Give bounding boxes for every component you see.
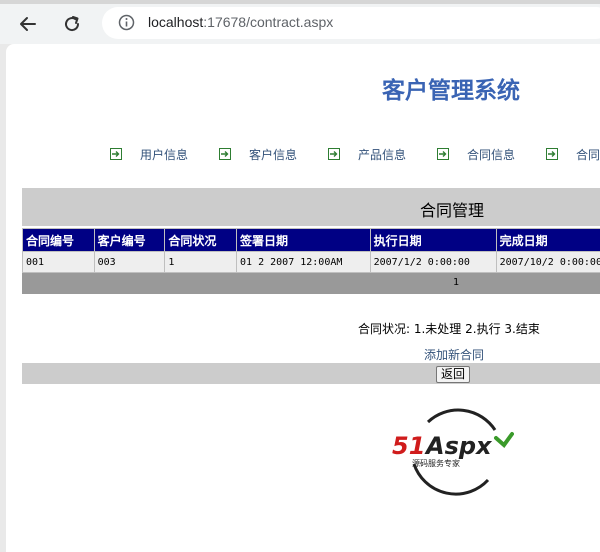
address-bar[interactable]: localhost:17678/contract.aspx bbox=[102, 7, 600, 39]
enter-arrow-icon bbox=[219, 148, 231, 160]
menu-item-contracts[interactable]: 合同信息 bbox=[437, 144, 515, 164]
col-exec-date[interactable]: 执行日期 bbox=[369, 228, 497, 252]
pager-current-page: 1 bbox=[453, 277, 460, 288]
col-contract-status[interactable]: 合同状况 bbox=[164, 228, 238, 252]
add-contract-link[interactable]: 添加新合同 bbox=[424, 346, 484, 363]
tab-strip-edge bbox=[0, 0, 600, 4]
menu-link-users[interactable]: 用户信息 bbox=[140, 146, 188, 163]
menu-item-customers[interactable]: 客户信息 bbox=[219, 144, 297, 164]
menu-link-products[interactable]: 产品信息 bbox=[358, 146, 406, 163]
enter-arrow-icon bbox=[546, 148, 558, 160]
back-button[interactable]: 返回 bbox=[436, 366, 471, 383]
table-header-row: 合同编号 客户编号 合同状况 签署日期 执行日期 完成日期 bbox=[22, 228, 600, 252]
enter-arrow-icon bbox=[110, 148, 122, 160]
col-customer-no[interactable]: 客户编号 bbox=[93, 228, 166, 252]
menu-link-contract-more[interactable]: 合同 bbox=[576, 146, 600, 163]
cell-sign-date: 01 2 2007 12:00AM bbox=[236, 251, 371, 273]
cell-finish-date: 2007/10/2 0:00:00 bbox=[495, 251, 600, 273]
51aspx-logo: 51 Aspx 源码服务专家 bbox=[384, 400, 514, 496]
contract-table: 合同编号 客户编号 合同状况 签署日期 执行日期 完成日期 001 003 1 … bbox=[22, 228, 600, 273]
menu-item-contract-more[interactable]: 合同 bbox=[546, 144, 600, 164]
url-path: :17678/contract.aspx bbox=[203, 14, 334, 30]
status-legend: 合同状况: 1.未处理 2.执行 3.结束 bbox=[358, 322, 540, 336]
cell-contract-no: 001 bbox=[22, 251, 95, 273]
page-title: 客户管理系统 bbox=[382, 78, 520, 104]
col-finish-date[interactable]: 完成日期 bbox=[495, 228, 600, 252]
pager-bar: 1 bbox=[22, 273, 600, 294]
menu-item-users[interactable]: 用户信息 bbox=[110, 144, 188, 164]
browser-toolbar: localhost:17678/contract.aspx bbox=[0, 0, 600, 44]
cell-contract-status: 1 bbox=[164, 251, 238, 273]
section-title: 合同管理 bbox=[420, 201, 485, 220]
page-content: 客户管理系统 用户信息 客户信息 产品信息 合同信息 合同 合同管理 合同编号 … bbox=[6, 44, 600, 552]
col-contract-no[interactable]: 合同编号 bbox=[22, 228, 95, 252]
cell-customer-no: 003 bbox=[93, 251, 166, 273]
menu-link-customers[interactable]: 客户信息 bbox=[249, 146, 297, 163]
svg-text:源码服务专家: 源码服务专家 bbox=[412, 458, 460, 468]
back-arrow-icon[interactable] bbox=[14, 10, 42, 38]
svg-text:51: 51 bbox=[392, 432, 425, 460]
url-text: localhost:17678/contract.aspx bbox=[148, 14, 333, 30]
col-sign-date[interactable]: 签署日期 bbox=[236, 228, 371, 252]
table-row[interactable]: 001 003 1 01 2 2007 12:00AM 2007/1/2 0:0… bbox=[22, 251, 600, 273]
menu-item-products[interactable]: 产品信息 bbox=[328, 144, 406, 164]
section-header-bar bbox=[22, 188, 600, 226]
url-host: localhost bbox=[148, 14, 204, 30]
svg-text:Aspx: Aspx bbox=[424, 432, 493, 460]
menu-link-contracts[interactable]: 合同信息 bbox=[467, 146, 515, 163]
button-bar bbox=[22, 363, 600, 384]
cell-exec-date: 2007/1/2 0:00:00 bbox=[369, 251, 497, 273]
site-info-icon[interactable] bbox=[118, 14, 135, 35]
enter-arrow-icon bbox=[328, 148, 340, 160]
enter-arrow-icon bbox=[437, 148, 449, 160]
reload-icon[interactable] bbox=[58, 10, 86, 38]
